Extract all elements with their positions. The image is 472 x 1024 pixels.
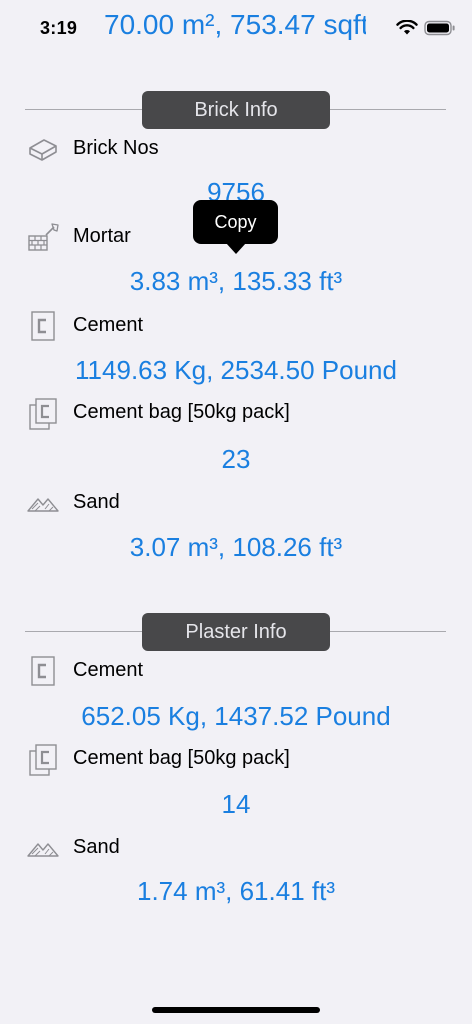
sand-pile-icon bbox=[27, 843, 59, 857]
brick-icon bbox=[29, 139, 57, 161]
copy-tooltip-button[interactable]: Copy bbox=[193, 200, 278, 244]
battery-icon bbox=[424, 20, 455, 36]
cement-icon bbox=[31, 656, 55, 686]
cement-value[interactable]: 1149.63 Kg, 2534.50 Pound bbox=[0, 355, 472, 386]
area-summary[interactable]: 70.00 m², 753.47 sqft..... bbox=[104, 9, 366, 41]
plaster-info-header: Plaster Info bbox=[25, 613, 446, 651]
plaster-cement-label: Cement bbox=[73, 659, 144, 681]
area-summary-text: 70.00 m², 753.47 sqft bbox=[104, 9, 366, 40]
plaster-sand-label: Sand bbox=[73, 836, 120, 858]
plaster-sand-value[interactable]: 1.74 m³, 61.41 ft³ bbox=[0, 876, 472, 907]
brick-info-title: Brick Info bbox=[142, 91, 330, 129]
sand-label: Sand bbox=[73, 491, 120, 513]
plaster-cement-bag-value[interactable]: 14 bbox=[0, 789, 472, 820]
tooltip-arrow bbox=[226, 243, 246, 254]
brick-info-header: Brick Info bbox=[25, 91, 446, 129]
plaster-info-title: Plaster Info bbox=[142, 613, 330, 651]
cement-bag-label: Cement bag [50kg pack] bbox=[73, 401, 290, 423]
cement-bag-icon bbox=[29, 398, 57, 430]
cement-bag-icon bbox=[29, 744, 57, 776]
mortar-value[interactable]: 3.83 m³, 135.33 ft³ bbox=[0, 266, 472, 297]
plaster-cement-bag-label: Cement bag [50kg pack] bbox=[73, 747, 290, 769]
trowel-brick-icon bbox=[28, 223, 59, 251]
cement-icon bbox=[31, 311, 55, 341]
mortar-label: Mortar bbox=[73, 225, 131, 247]
cement-bag-value[interactable]: 23 bbox=[0, 444, 472, 475]
home-indicator[interactable] bbox=[152, 1007, 320, 1013]
sand-pile-icon bbox=[27, 498, 59, 512]
wifi-icon bbox=[396, 20, 418, 35]
sand-value[interactable]: 3.07 m³, 108.26 ft³ bbox=[0, 532, 472, 563]
brick-nos-label: Brick Nos bbox=[73, 137, 159, 159]
status-bar: 3:19 70.00 m², 753.47 sqft..... bbox=[0, 0, 472, 56]
cement-label: Cement bbox=[73, 314, 144, 336]
plaster-cement-value[interactable]: 652.05 Kg, 1437.52 Pound bbox=[0, 701, 472, 732]
status-time: 3:19 bbox=[40, 18, 78, 38]
